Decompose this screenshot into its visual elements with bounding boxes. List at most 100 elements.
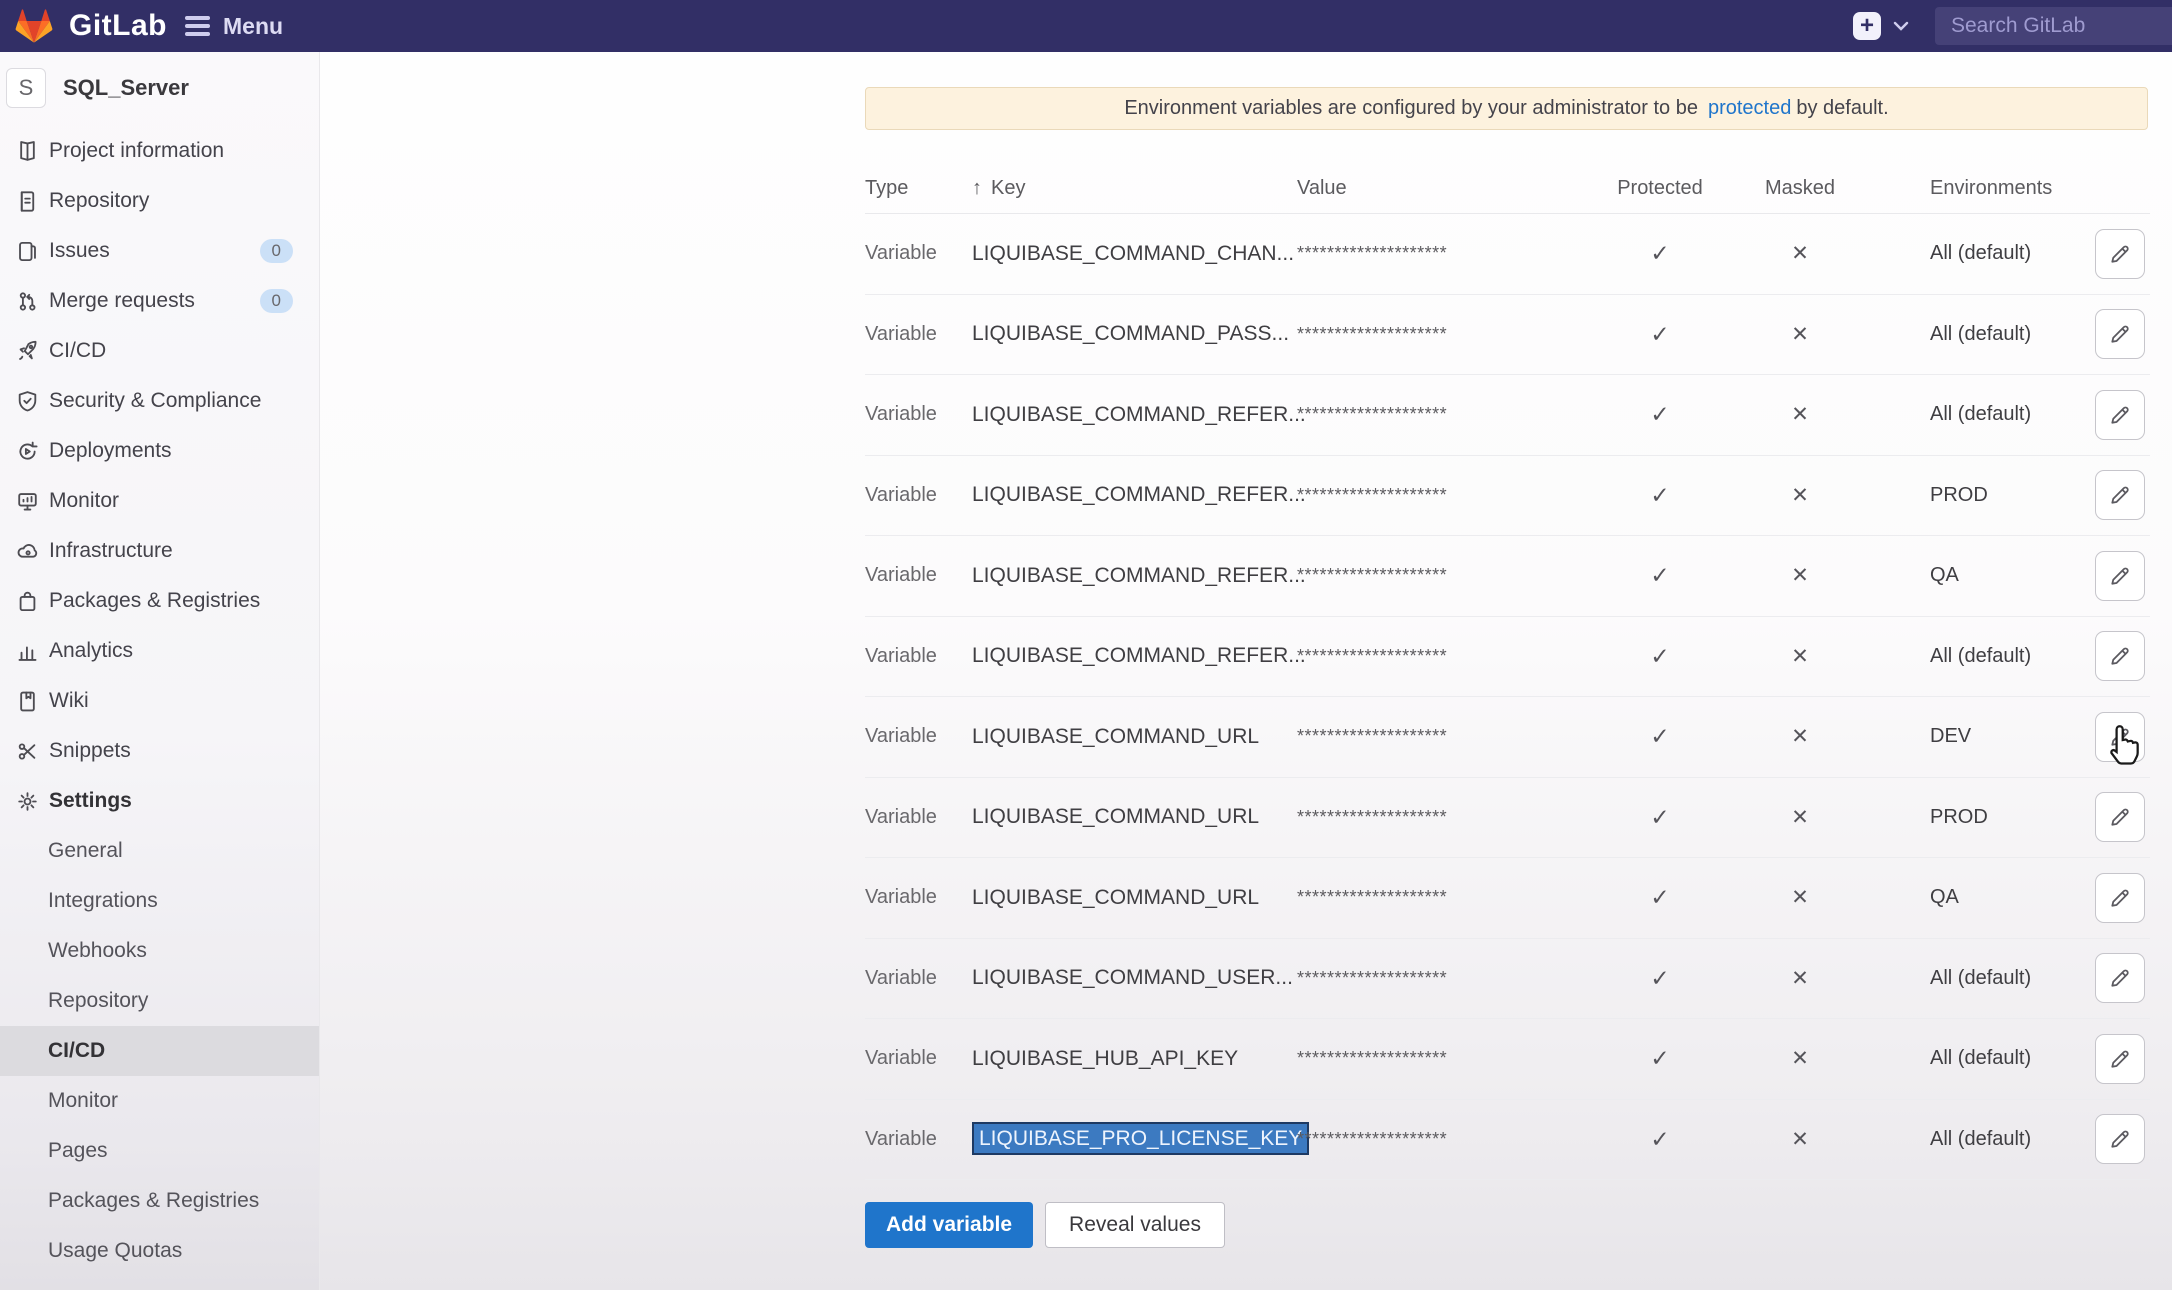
protected-check-icon: ✓ xyxy=(1600,1045,1720,1072)
table-row: Variable LIQUIBASE_COMMAND_URL *********… xyxy=(865,858,2150,939)
masked-cross-icon: ✕ xyxy=(1720,885,1880,910)
sidebar-subitem-integrations[interactable]: Integrations xyxy=(0,876,319,926)
infrastructure-icon xyxy=(14,538,40,564)
sidebar-subitem-ci-cd[interactable]: CI/CD xyxy=(0,1026,319,1076)
issues-icon xyxy=(14,238,40,264)
variable-value-masked: ******************** xyxy=(1297,646,1600,667)
sidebar-subitem-packages-registries[interactable]: Packages & Registries xyxy=(0,1176,319,1226)
sidebar-item-deployments[interactable]: Deployments xyxy=(0,426,319,476)
sidebar-item-issues[interactable]: Issues 0 xyxy=(0,226,319,276)
sidebar-item-analytics[interactable]: Analytics xyxy=(0,626,319,676)
sidebar-item-project-information[interactable]: Project information xyxy=(0,126,319,176)
banner-text-after: by default. xyxy=(1796,97,1888,120)
gitlab-logo[interactable]: GitLab xyxy=(14,7,167,45)
protected-check-icon: ✓ xyxy=(1600,884,1720,911)
variable-value-masked: ******************** xyxy=(1297,887,1600,908)
sidebar-item-repository[interactable]: Repository xyxy=(0,176,319,226)
variable-environments: QA xyxy=(1880,886,2095,909)
chevron-down-icon[interactable] xyxy=(1893,21,1909,31)
masked-cross-icon: ✕ xyxy=(1720,563,1880,588)
sidebar-item-monitor[interactable]: Monitor xyxy=(0,476,319,526)
sidebar-item-snippets[interactable]: Snippets xyxy=(0,726,319,776)
variable-type: Variable xyxy=(865,645,972,668)
masked-cross-icon: ✕ xyxy=(1720,1127,1880,1152)
sidebar-subitem-monitor[interactable]: Monitor xyxy=(0,1076,319,1126)
monitor-icon xyxy=(14,488,40,514)
edit-variable-button[interactable] xyxy=(2095,631,2145,681)
reveal-values-button[interactable]: Reveal values xyxy=(1045,1202,1225,1248)
variable-type: Variable xyxy=(865,242,972,265)
selected-variable-key: LIQUIBASE_PRO_LICENSE_KEY xyxy=(972,1122,1309,1155)
table-row: Variable LIQUIBASE_HUB_API_KEY *********… xyxy=(865,1019,2150,1100)
edit-variable-button[interactable] xyxy=(2095,551,2145,601)
menu-button[interactable]: Menu xyxy=(185,12,283,41)
variable-key: LIQUIBASE_COMMAND_REFER... xyxy=(972,483,1297,507)
table-row: Variable LIQUIBASE_COMMAND_CHAN... *****… xyxy=(865,214,2150,295)
variable-type: Variable xyxy=(865,484,972,507)
protected-check-icon: ✓ xyxy=(1600,562,1720,589)
variable-key: LIQUIBASE_COMMAND_USER... xyxy=(972,966,1297,990)
variable-key: LIQUIBASE_COMMAND_REFER... xyxy=(972,644,1297,668)
table-body: Variable LIQUIBASE_COMMAND_CHAN... *****… xyxy=(865,214,2150,1180)
sidebar-item-settings[interactable]: Settings xyxy=(0,776,319,826)
edit-variable-button[interactable] xyxy=(2095,792,2145,842)
table-header-row: Type ↑Key Value Protected Masked Environ… xyxy=(865,164,2150,214)
variable-environments: All (default) xyxy=(1880,242,2095,265)
sidebar-item-security-compliance[interactable]: Security & Compliance xyxy=(0,376,319,426)
edit-variable-button[interactable] xyxy=(2095,873,2145,923)
new-item-plus-button[interactable]: + xyxy=(1853,12,1881,40)
column-header-key[interactable]: ↑Key xyxy=(972,177,1297,200)
gitlab-tanuki-icon xyxy=(14,7,54,45)
table-row: Variable LIQUIBASE_COMMAND_REFER... ****… xyxy=(865,617,2150,698)
sidebar-subitem-repository[interactable]: Repository xyxy=(0,976,319,1026)
sidebar-subitem-usage-quotas[interactable]: Usage Quotas xyxy=(0,1226,319,1276)
edit-variable-button[interactable] xyxy=(2095,309,2145,359)
variable-value-masked: ******************** xyxy=(1297,565,1600,586)
edit-variable-button[interactable] xyxy=(2095,1114,2145,1164)
sidebar-item-infrastructure[interactable]: Infrastructure xyxy=(0,526,319,576)
project-avatar: S xyxy=(6,68,46,108)
table-row: Variable LIQUIBASE_COMMAND_URL *********… xyxy=(865,697,2150,778)
variable-type: Variable xyxy=(865,1128,972,1151)
count-badge: 0 xyxy=(260,289,293,313)
variable-value-masked: ******************** xyxy=(1297,485,1600,506)
project-sidebar: S SQL_Server Project information Reposit… xyxy=(0,52,320,1290)
packages-registries-icon xyxy=(14,588,40,614)
edit-variable-button[interactable] xyxy=(2095,390,2145,440)
sidebar-item-packages-registries[interactable]: Packages & Registries xyxy=(0,576,319,626)
edit-variable-button[interactable] xyxy=(2095,712,2145,762)
edit-variable-button[interactable] xyxy=(2095,229,2145,279)
search-input[interactable] xyxy=(1935,7,2172,45)
analytics-icon xyxy=(14,638,40,664)
project-name: SQL_Server xyxy=(63,75,189,101)
variable-environments: PROD xyxy=(1880,806,2095,829)
sidebar-subitem-pages[interactable]: Pages xyxy=(0,1126,319,1176)
sidebar-item-ci-cd[interactable]: CI/CD xyxy=(0,326,319,376)
sidebar-item-merge-requests[interactable]: Merge requests 0 xyxy=(0,276,319,326)
edit-variable-button[interactable] xyxy=(2095,953,2145,1003)
sidebar-subitem-general[interactable]: General xyxy=(0,826,319,876)
variable-key: LIQUIBASE_COMMAND_REFER... xyxy=(972,403,1297,427)
variable-environments: All (default) xyxy=(1880,1047,2095,1070)
protected-check-icon: ✓ xyxy=(1600,401,1720,428)
table-row: Variable LIQUIBASE_COMMAND_URL *********… xyxy=(865,778,2150,859)
masked-cross-icon: ✕ xyxy=(1720,966,1880,991)
variable-environments: All (default) xyxy=(1880,967,2095,990)
add-variable-button[interactable]: Add variable xyxy=(865,1202,1033,1248)
settings-icon xyxy=(14,788,40,814)
variable-environments: All (default) xyxy=(1880,403,2095,426)
sidebar-subitem-webhooks[interactable]: Webhooks xyxy=(0,926,319,976)
ci-variables-table: Type ↑Key Value Protected Masked Environ… xyxy=(865,164,2150,1180)
project-header[interactable]: S SQL_Server xyxy=(0,52,319,108)
top-navigation-bar: GitLab Menu + xyxy=(0,0,2172,52)
column-header-environments: Environments xyxy=(1880,177,2095,200)
variable-value-masked: ******************** xyxy=(1297,243,1600,264)
main-content: Environment variables are configured by … xyxy=(320,52,2172,1290)
edit-variable-button[interactable] xyxy=(2095,1034,2145,1084)
variable-value-masked: ******************** xyxy=(1297,1048,1600,1069)
variable-key: LIQUIBASE_HUB_API_KEY xyxy=(972,1047,1297,1071)
edit-variable-button[interactable] xyxy=(2095,470,2145,520)
protected-check-icon: ✓ xyxy=(1600,482,1720,509)
protected-link[interactable]: protected xyxy=(1708,97,1791,120)
sidebar-item-wiki[interactable]: Wiki xyxy=(0,676,319,726)
